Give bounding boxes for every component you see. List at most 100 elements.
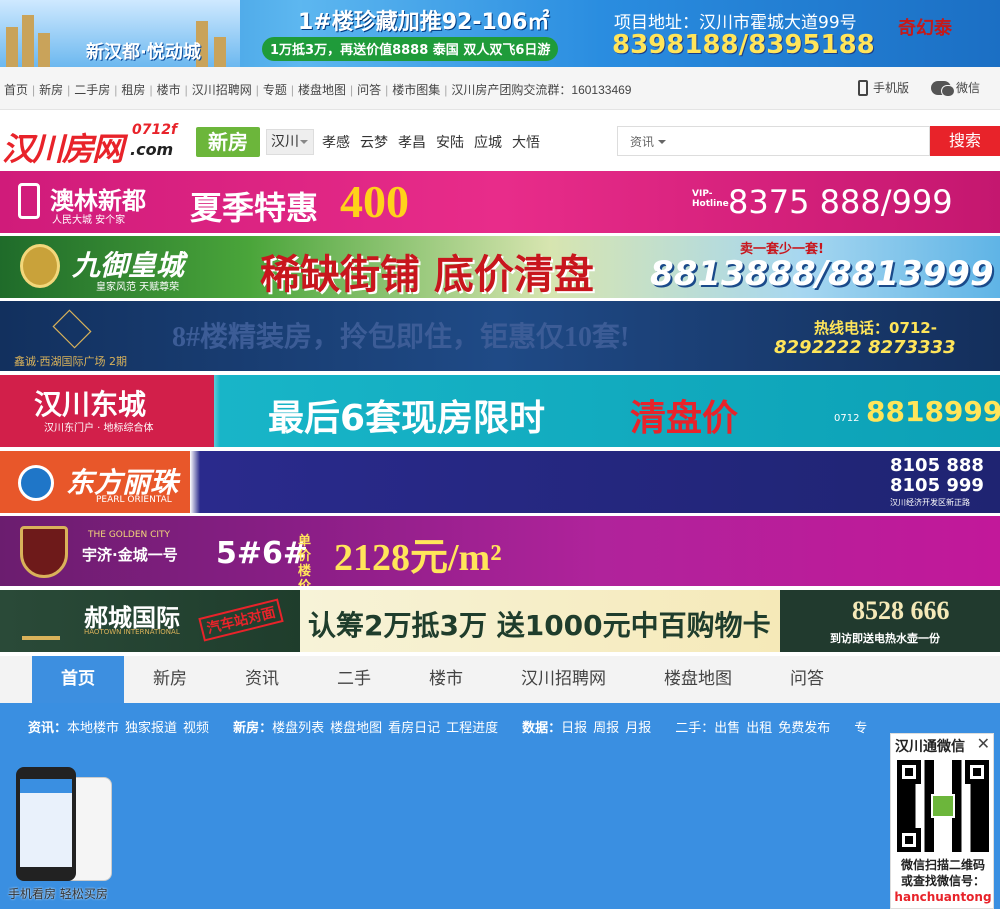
banner-slogan: 新汉都·悦动城 <box>86 42 201 63</box>
top-link-gallery[interactable]: 楼市图集 <box>392 83 440 97</box>
top-link-group[interactable]: 汉川房产团购交流群：160133469 <box>451 83 631 97</box>
ad3-brand: 鑫诚·西湖国际广场 2期 <box>14 355 127 368</box>
ad-banner-xicheng[interactable]: 鑫诚·西湖国际广场 2期 8#楼精装房，拎包即住，钜惠仅10套! 热线电话：07… <box>0 301 1000 371</box>
search-input[interactable] <box>688 128 924 154</box>
city-link-yingcheng[interactable]: 应城 <box>474 132 502 152</box>
ad-banner-jiuyu[interactable]: 九御皇城 皇家风范 天赋尊荣 稀缺街铺 底价清盘 卖一套少一套! 8813888… <box>0 236 1000 298</box>
subnav-link[interactable]: 周报 <box>593 721 619 736</box>
ad6-brand: 宇济·金城一号 <box>82 546 178 564</box>
ad4-phone: 8818999 <box>866 395 1000 428</box>
subnav-house-group: 新房：楼盘列表 楼盘地图 看房日记 工程进度 <box>233 717 498 736</box>
subnav-second-group: 二手：出售 出租 免费发布 <box>675 717 830 736</box>
site-logo[interactable]: 汉川房网 <box>2 124 124 170</box>
subnav-link[interactable]: 免费发布 <box>778 721 830 736</box>
subnav-link[interactable]: 本地楼市 <box>67 721 119 736</box>
xicheng-logo-icon <box>52 309 92 349</box>
ad6-text: 5#6# <box>216 536 309 571</box>
ad2-brand-sub: 皇家风范 天赋尊荣 <box>96 282 180 293</box>
chevron-down-icon <box>658 140 667 148</box>
subnav-link[interactable]: 日报 <box>561 721 587 736</box>
subnav-link[interactable]: 楼盘列表 <box>272 721 324 736</box>
subnav-news-group: 资讯：本地楼市 独家报道 视频 <box>28 717 209 736</box>
tab-jobs[interactable]: 汉川招聘网 <box>492 656 635 703</box>
subnav-extra[interactable]: 专 <box>854 717 867 736</box>
top-link-qa[interactable]: 问答 <box>357 83 381 97</box>
ad4-brand: 汉川东城 <box>34 388 147 421</box>
ad4-brand-sub: 汉川东门户 · 地标综合体 <box>44 423 154 434</box>
subnav-link[interactable]: 独家报道 <box>125 721 177 736</box>
top-link-rent[interactable]: 租房 <box>121 83 145 97</box>
top-link-home[interactable]: 首页 <box>4 83 28 97</box>
ad-banner-haocheng[interactable]: 郝城国际 HAOTOWN INTERNATIONAL 汽车站对面 认筹2万抵3万… <box>0 590 1000 652</box>
ad6-price: 2128元/m² <box>334 537 502 579</box>
close-icon[interactable]: ✕ <box>977 734 990 753</box>
app-promo[interactable]: 手机看房 轻松买房 <box>8 765 118 909</box>
haocheng-building-icon <box>22 602 60 640</box>
subnav-news-label: 资讯： <box>28 721 68 736</box>
subnav-link[interactable]: 看房日记 <box>388 721 440 736</box>
top-nav-links: 首页 | 新房 | 二手房 | 租房 | 楼市 | 汉川招聘网 | 专题 | 楼盘地图 | 问答 | 楼市图集 | 汉川… <box>4 83 632 97</box>
top-banner-ad[interactable]: 新汉都·悦动城 1#楼珍藏加推92-106㎡ 1万抵3万，再送价值8888 泰国… <box>0 0 1000 67</box>
wechat-qr-popup: 汉川通微信 ✕ 微信扫描二维码 或查找微信号： hanchuantong <box>890 733 994 909</box>
qr-wechat-id: hanchuantong <box>894 890 992 904</box>
top-link-jobs[interactable]: 汉川招聘网 <box>192 83 252 97</box>
wechat-link[interactable]: 微信 <box>930 79 980 97</box>
city-link-anlu[interactable]: 安陆 <box>436 132 464 152</box>
ad5-phone1: 8105 888 <box>890 455 984 476</box>
sub-nav-area: 资讯：本地楼市 独家报道 视频 新房：楼盘列表 楼盘地图 看房日记 工程进度 数据：日报周… <box>0 703 1000 909</box>
ad-banner-dongfang[interactable]: 东方丽珠 PEARL ORIENTAL 8105 888 8105 999 汉川… <box>0 451 1000 513</box>
ad1-hotline-label: VIP-Hotline <box>692 189 729 209</box>
tab-market[interactable]: 楼市 <box>400 656 492 703</box>
mobile-version-link[interactable]: 手机版 <box>857 79 909 96</box>
ad3-text: 8#楼精装房，拎包即住，钜惠仅10套! <box>172 322 630 353</box>
subnav-link[interactable]: 月报 <box>625 721 651 736</box>
site-logo-sub: 0712f <box>132 122 178 138</box>
ad7-text: 认筹2万抵3万 送1000元中百购物卡 <box>308 609 771 642</box>
top-link-market[interactable]: 楼市 <box>157 83 181 97</box>
aolin-logo-icon <box>18 183 40 219</box>
banner-promo-title: 1#楼珍藏加推92-106㎡ <box>298 10 550 35</box>
new-house-tag: 新房 <box>196 127 260 157</box>
search-type-select[interactable]: 资讯 <box>630 133 667 150</box>
tab-new-house[interactable]: 新房 <box>124 656 216 703</box>
city-link-yunmeng[interactable]: 云梦 <box>360 132 388 152</box>
mobile-phone-icon <box>857 79 868 96</box>
city-link-xiaochang[interactable]: 孝昌 <box>398 132 426 152</box>
search-button[interactable]: 搜索 <box>930 126 1000 156</box>
ad-banner-dongcheng[interactable]: 汉川东城 汉川东门户 · 地标综合体 最后6套现房限时 清盘价 0712 881… <box>0 375 1000 447</box>
banner-brand: 奇幻泰 <box>898 18 952 39</box>
subnav-link[interactable]: 楼盘地图 <box>330 721 382 736</box>
top-link-second[interactable]: 二手房 <box>74 83 110 97</box>
tab-map[interactable]: 楼盘地图 <box>635 656 761 703</box>
subnav-data-label: 数据： <box>522 721 562 736</box>
subnav-second-label: 二手： <box>675 721 715 736</box>
city-select[interactable]: 汉川 <box>266 129 314 155</box>
site-logo-com: .com <box>130 140 174 159</box>
tab-second-hand[interactable]: 二手 <box>308 656 400 703</box>
tab-news[interactable]: 资讯 <box>216 656 308 703</box>
ad-banner-aolin[interactable]: 澳林新都 人民大城 安个家 夏季特惠 400 VIP-Hotline 8375 … <box>0 171 1000 233</box>
qr-title: 汉川通微信 <box>895 739 965 755</box>
top-link-topic[interactable]: 专题 <box>263 83 287 97</box>
subnav-link[interactable]: 出租 <box>746 721 772 736</box>
tab-qa[interactable]: 问答 <box>761 656 853 703</box>
subnav-link[interactable]: 工程进度 <box>446 721 498 736</box>
ad1-amount: 400 <box>340 176 409 227</box>
subnav-link[interactable]: 视频 <box>183 721 209 736</box>
ad1-text: 夏季特惠 <box>190 189 319 227</box>
top-link-new[interactable]: 新房 <box>39 83 63 97</box>
ad1-phone: 8375 888/999 <box>728 183 953 221</box>
ad-banner-jincheng[interactable]: THE GOLDEN CITY 宇济·金城一号 5#6# 单价楼价 2128元/… <box>0 516 1000 586</box>
city-link-xiaogan[interactable]: 孝感 <box>322 132 350 152</box>
wechat-icon <box>930 80 955 97</box>
tab-home[interactable]: 首页 <box>32 656 124 703</box>
qr-code-icon <box>897 760 989 852</box>
sub-nav: 资讯：本地楼市 独家报道 视频 新房：楼盘列表 楼盘地图 看房日记 工程进度 数据：日报周… <box>28 717 867 736</box>
mobile-label: 手机版 <box>872 81 909 95</box>
top-link-map[interactable]: 楼盘地图 <box>298 83 346 97</box>
ad7-brand-sub: HAOTOWN INTERNATIONAL <box>84 628 180 636</box>
main-nav: 首页 新房 资讯 二手 楼市 汉川招聘网 楼盘地图 问答 <box>0 656 1000 703</box>
city-link-dawu[interactable]: 大悟 <box>512 132 540 152</box>
ad4-area-code: 0712 <box>834 413 860 424</box>
subnav-link[interactable]: 出售 <box>714 721 740 736</box>
